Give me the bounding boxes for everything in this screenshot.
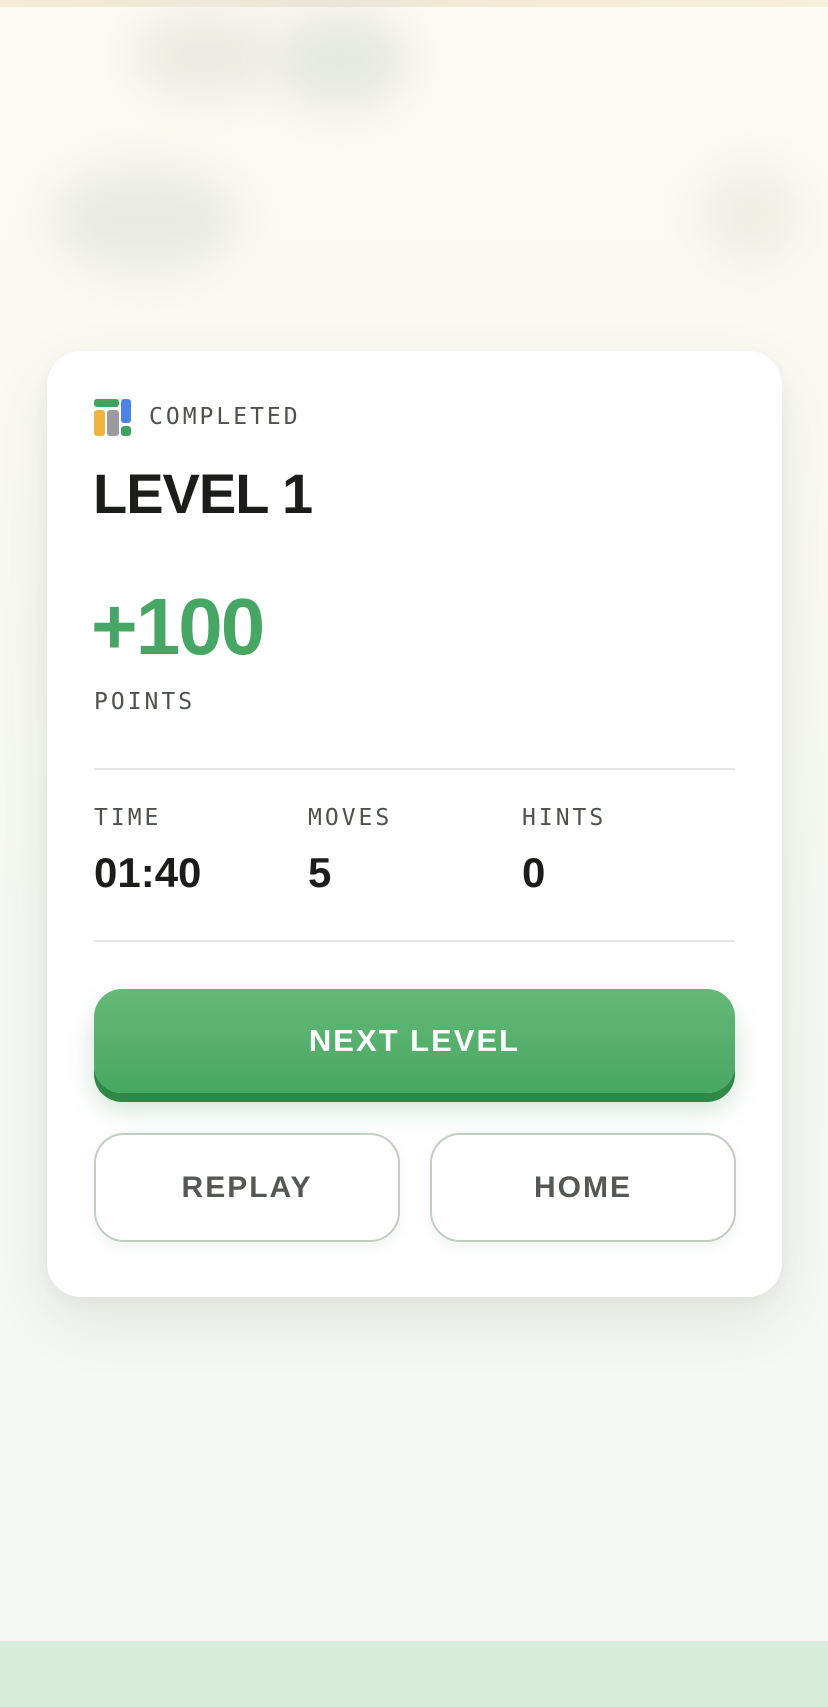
points-label: POINTS xyxy=(94,689,196,715)
stat-value: 01:40 xyxy=(94,849,202,896)
blurred-background-shape xyxy=(700,165,800,265)
divider xyxy=(94,940,735,942)
stat-label: TIME xyxy=(94,805,162,831)
level-title: LEVEL 1 xyxy=(93,462,313,525)
points-value: +100 xyxy=(91,582,265,671)
divider xyxy=(94,768,735,770)
blurred-background-shape xyxy=(130,10,280,100)
blocks-logo-icon xyxy=(94,398,131,436)
stat-hints: HINTS 0 xyxy=(522,805,606,897)
level-complete-card: COMPLETED LEVEL 1 +100 POINTS TIME 01:40… xyxy=(47,351,782,1297)
stat-value: 0 xyxy=(522,849,546,896)
home-button[interactable]: HOME xyxy=(430,1133,736,1242)
stat-label: MOVES xyxy=(308,805,393,831)
top-strip xyxy=(0,0,828,7)
status-badge: COMPLETED xyxy=(94,397,301,437)
stat-time: TIME 01:40 xyxy=(94,805,201,897)
next-level-button[interactable]: NEXT LEVEL xyxy=(94,989,735,1093)
replay-button[interactable]: REPLAY xyxy=(94,1133,400,1242)
status-label: COMPLETED xyxy=(149,404,301,430)
stat-value: 5 xyxy=(308,849,332,896)
blurred-background-shape xyxy=(50,165,240,275)
stat-label: HINTS xyxy=(522,805,607,831)
stat-moves: MOVES 5 xyxy=(308,805,392,897)
bottom-bar xyxy=(0,1641,828,1707)
blurred-background-shape xyxy=(270,10,410,110)
